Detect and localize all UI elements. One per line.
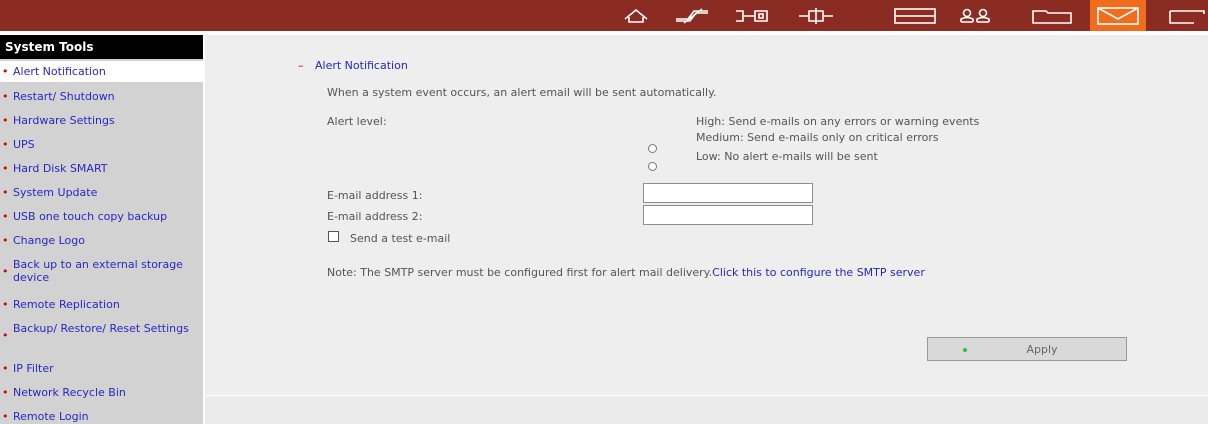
sidebar-item-network-recycle-bin[interactable]: • Network Recycle Bin xyxy=(0,381,203,403)
users-icon[interactable] xyxy=(955,4,995,27)
sidebar: System Tools • Alert Notification • Rest… xyxy=(0,35,203,424)
sidebar-header: System Tools xyxy=(0,35,203,59)
bullet-icon: • xyxy=(2,65,9,78)
sidebar-item-label: Change Logo xyxy=(13,234,85,247)
test-email-checkbox[interactable] xyxy=(328,231,339,242)
sidebar-item-external-backup[interactable]: • Back up to an external storage device xyxy=(0,253,203,291)
sidebar-item-label: Network Recycle Bin xyxy=(13,386,126,399)
bullet-icon: • xyxy=(2,138,9,151)
bullet-icon: • xyxy=(2,410,9,423)
sidebar-item-alert-notification[interactable]: • Alert Notification xyxy=(0,61,203,82)
bullet-icon: • xyxy=(2,234,9,247)
sidebar-item-ip-filter[interactable]: • IP Filter xyxy=(0,357,203,379)
sidebar-item-label: Hard Disk SMART xyxy=(13,162,108,175)
sidebar-item-hard-disk-smart[interactable]: • Hard Disk SMART xyxy=(0,157,203,179)
bullet-icon: • xyxy=(2,329,9,342)
sidebar-item-label: IP Filter xyxy=(13,362,54,375)
home-icon[interactable] xyxy=(616,4,656,27)
radio-medium-label: Medium: Send e-mails only on critical er… xyxy=(696,131,939,144)
email1-label: E-mail address 1: xyxy=(327,189,423,202)
sidebar-item-backup-restore-reset[interactable]: • Backup/ Restore/ Reset Settings xyxy=(0,317,203,355)
sidebar-item-label: Remote Login xyxy=(13,410,89,423)
sidebar-item-label: Remote Replication xyxy=(13,298,120,311)
sidebar-item-hardware-settings[interactable]: • Hardware Settings xyxy=(0,109,203,131)
sidebar-item-change-logo[interactable]: • Change Logo xyxy=(0,229,203,251)
radio-high[interactable] xyxy=(648,144,657,153)
sidebar-item-label: UPS xyxy=(13,138,35,151)
sidebar-item-label: Restart/ Shutdown xyxy=(13,90,115,103)
bullet-icon: • xyxy=(2,186,9,199)
description-text: When a system event occurs, an alert ema… xyxy=(327,86,717,99)
radio-high-label: High: Send e-mails on any errors or warn… xyxy=(696,115,980,128)
sidebar-item-system-update[interactable]: • System Update xyxy=(0,181,203,203)
apply-button[interactable]: Apply xyxy=(927,337,1127,361)
sidebar-item-label: Alert Notification xyxy=(13,65,106,78)
sidebar-item-label: System Update xyxy=(13,186,98,199)
sidebar-item-label: Back up to an external storage device xyxy=(13,258,183,284)
device-icon[interactable] xyxy=(732,4,772,27)
apply-button-label: Apply xyxy=(1026,343,1058,356)
bullet-icon: • xyxy=(2,210,9,223)
bullet-icon: • xyxy=(2,298,9,311)
email2-field[interactable] xyxy=(643,205,813,225)
test-email-label: Send a test e-mail xyxy=(350,232,451,245)
smtp-config-link[interactable]: Click this to configure the SMTP server xyxy=(712,266,925,279)
footer-strip xyxy=(205,396,1208,424)
top-toolbar xyxy=(0,0,1208,31)
radio-medium[interactable] xyxy=(648,162,657,171)
bullet-icon: • xyxy=(2,162,9,175)
bullet-icon: • xyxy=(2,386,9,399)
email1-field[interactable] xyxy=(643,183,813,203)
bullet-icon: • xyxy=(2,90,9,103)
tools-icon[interactable] xyxy=(1168,4,1208,27)
sidebar-item-usb-one-touch-copy[interactable]: • USB one touch copy backup xyxy=(0,205,203,227)
radio-low-label: Low: No alert e-mails will be sent xyxy=(696,150,878,163)
connection-icon[interactable] xyxy=(796,4,836,27)
sidebar-item-remote-replication[interactable]: • Remote Replication xyxy=(0,293,203,315)
email2-label: E-mail address 2: xyxy=(327,210,423,223)
mail-icon[interactable] xyxy=(1090,0,1146,31)
disk-icon[interactable] xyxy=(890,4,940,27)
folder-icon[interactable] xyxy=(1028,4,1076,27)
bullet-icon: • xyxy=(2,114,9,127)
alert-level-label: Alert level: xyxy=(327,115,387,128)
bullet-icon: • xyxy=(2,265,9,278)
smtp-note-text: Note: The SMTP server must be configured… xyxy=(327,266,713,279)
section-collapse-icon[interactable]: – xyxy=(298,59,304,72)
sidebar-item-label: Backup/ Restore/ Reset Settings xyxy=(13,322,189,335)
sidebar-item-remote-login[interactable]: • Remote Login xyxy=(0,405,203,424)
sidebar-item-label: USB one touch copy backup xyxy=(13,210,168,223)
sidebar-item-restart-shutdown[interactable]: • Restart/ Shutdown xyxy=(0,85,203,107)
section-title: Alert Notification xyxy=(315,59,408,72)
bullet-icon: • xyxy=(2,362,9,375)
smtp-note: Note: The SMTP server must be configured… xyxy=(327,266,925,279)
sidebar-item-label: Hardware Settings xyxy=(13,114,115,127)
sidebar-item-ups[interactable]: • UPS xyxy=(0,133,203,155)
network-icon[interactable] xyxy=(672,4,712,27)
